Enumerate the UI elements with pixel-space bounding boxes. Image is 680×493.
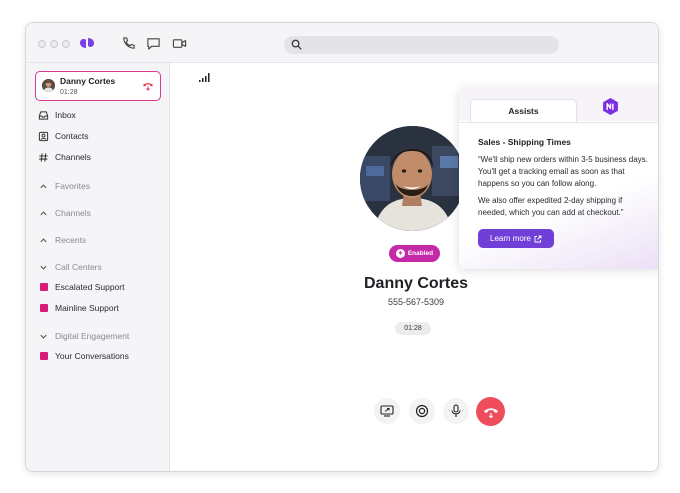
sidebar-item-your-conversations[interactable]: Your Conversations xyxy=(38,349,129,363)
chevron-up-icon xyxy=(38,208,49,219)
section-recents[interactable]: Recents xyxy=(38,233,86,247)
learn-more-label: Learn more xyxy=(490,234,531,243)
sidebar-item-label: Your Conversations xyxy=(55,351,129,361)
inbox-icon xyxy=(38,110,49,121)
title-bar xyxy=(26,23,658,63)
ai-assistant-logo-icon[interactable] xyxy=(601,97,620,116)
sidebar-item-contacts[interactable]: Contacts xyxy=(38,129,89,143)
message-icon[interactable] xyxy=(146,36,161,51)
hangup-icon xyxy=(483,407,498,418)
section-label: Favorites xyxy=(55,181,90,191)
chevron-down-icon xyxy=(38,262,49,273)
assist-paragraph: We also offer expedited 2-day shipping i… xyxy=(478,196,624,217)
external-link-icon xyxy=(534,235,542,242)
contacts-icon xyxy=(38,131,49,142)
sidebar-item-label: Inbox xyxy=(55,110,76,120)
section-favorites[interactable]: Favorites xyxy=(38,179,90,193)
section-channels[interactable]: Channels xyxy=(38,206,91,220)
section-label: Call Centers xyxy=(55,262,102,272)
window-close-dot[interactable] xyxy=(38,40,46,48)
caller-avatar xyxy=(360,126,465,231)
ai-icon: ✦ xyxy=(395,249,405,258)
app-logo-icon xyxy=(80,38,94,48)
search-icon xyxy=(291,39,302,50)
active-call-time: 01:28 xyxy=(60,89,78,96)
assist-paragraph: “We'll ship new orders within 3-5 busine… xyxy=(478,155,648,188)
screen-share-icon xyxy=(380,405,394,417)
badge-label: Enabled xyxy=(407,250,434,257)
record-button[interactable] xyxy=(409,398,435,424)
chevron-up-icon xyxy=(38,181,49,192)
call-timer: 01:28 xyxy=(395,322,431,335)
caller-name: Danny Cortes xyxy=(363,275,469,292)
active-call-name: Danny Cortes xyxy=(60,76,116,86)
avatar xyxy=(42,79,55,92)
screen-share-button[interactable] xyxy=(374,398,400,424)
conversation-square-icon xyxy=(39,352,48,360)
sidebar: Danny Cortes 01:28 Inbox Contacts Channe… xyxy=(26,63,170,471)
sidebar-item-label: Mainline Support xyxy=(55,303,119,313)
sidebar-item-channels[interactable]: Channels xyxy=(38,150,91,164)
hash-icon xyxy=(38,152,49,163)
chevron-up-icon xyxy=(38,235,49,246)
tab-assists[interactable]: Assists xyxy=(470,99,577,123)
active-call-card[interactable]: Danny Cortes 01:28 xyxy=(35,71,161,101)
assists-panel: Assists Sales - Shipping Times “We'll sh… xyxy=(459,87,658,269)
assist-title: Sales - Shipping Times xyxy=(478,137,571,147)
microphone-icon xyxy=(451,404,461,417)
section-call-centers[interactable]: Call Centers xyxy=(38,260,102,274)
sidebar-item-inbox[interactable]: Inbox xyxy=(38,108,76,122)
section-label: Channels xyxy=(55,208,91,218)
chevron-down-icon xyxy=(38,331,49,342)
section-digital-engagement[interactable]: Digital Engagement xyxy=(38,329,129,343)
sidebar-item-mainline-support[interactable]: Mainline Support xyxy=(38,301,119,315)
signal-strength-icon xyxy=(199,73,210,82)
window-maximize-dot[interactable] xyxy=(62,40,70,48)
sidebar-item-label: Channels xyxy=(55,152,91,162)
caller-phone: 555-567-5309 xyxy=(387,297,445,307)
sidebar-item-label: Contacts xyxy=(55,131,89,141)
section-label: Recents xyxy=(55,235,87,245)
section-label: Digital Engagement xyxy=(55,331,130,341)
sidebar-item-label: Escalated Support xyxy=(55,282,125,292)
ai-enabled-badge: ✦ Enabled xyxy=(389,245,440,262)
mute-button[interactable] xyxy=(443,398,469,424)
sidebar-item-escalated-support[interactable]: Escalated Support xyxy=(38,280,124,294)
app-window: Danny Cortes 01:28 Inbox Contacts Channe… xyxy=(25,22,659,472)
hangup-icon[interactable] xyxy=(142,81,154,91)
video-icon[interactable] xyxy=(172,36,187,51)
assist-tabs: Assists xyxy=(459,87,658,123)
record-icon xyxy=(415,404,429,418)
call-center-square-icon xyxy=(39,283,48,291)
assist-content: Sales - Shipping Times “We'll ship new o… xyxy=(459,122,658,269)
phone-icon[interactable] xyxy=(121,36,136,51)
window-minimize-dot[interactable] xyxy=(50,40,58,48)
call-center-square-icon xyxy=(39,304,48,312)
learn-more-button[interactable]: Learn more xyxy=(478,229,554,248)
search-input[interactable] xyxy=(284,36,559,54)
hangup-button[interactable] xyxy=(476,397,505,426)
